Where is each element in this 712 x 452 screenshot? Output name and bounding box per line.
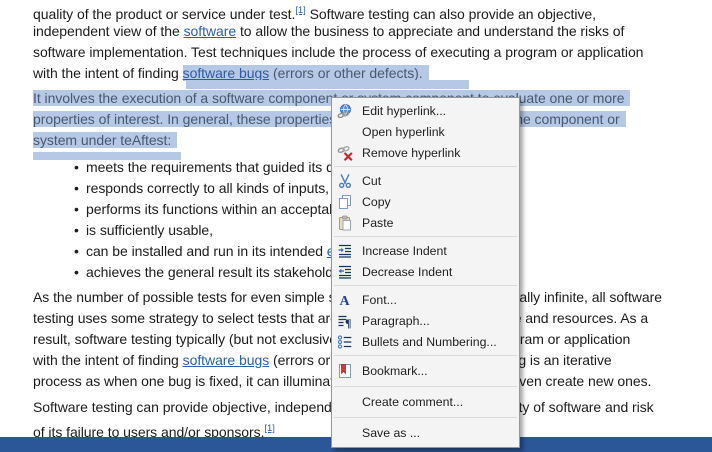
menu-item-label: Open hyperlink: [362, 125, 445, 139]
menu-separator: [334, 236, 517, 237]
menu-item-cut[interactable]: Cut: [332, 170, 519, 191]
menu-item-label: Edit hyperlink...: [362, 104, 446, 118]
menu-item-paragraph[interactable]: ¶ Paragraph...: [332, 310, 519, 331]
bullet-marker: •: [74, 157, 79, 178]
text-run: is sufficiently usable,: [86, 222, 213, 238]
menu-separator: [334, 285, 517, 286]
bullet-marker: •: [74, 262, 79, 283]
menu-separator: [334, 166, 517, 167]
text-run: to allow the business to appreciate and …: [236, 23, 624, 39]
selection-highlight-band: [186, 80, 469, 89]
menu-separator: [334, 386, 517, 387]
menu-separator: [334, 417, 517, 418]
text-run: responds correctly to all kinds of input…: [86, 180, 329, 196]
menu-item-label: Cut: [362, 174, 381, 188]
bookmark-icon: [337, 363, 353, 379]
text-run: software implementation. Test techniques…: [33, 44, 643, 60]
footnote-link[interactable]: [1]: [264, 423, 274, 434]
copy-icon: [337, 194, 353, 210]
menu-item-label: Save as ...: [362, 426, 420, 440]
bullet-marker: •: [74, 241, 79, 262]
decrease-indent-icon: [337, 264, 353, 280]
bullet-marker: •: [74, 178, 79, 199]
menu-item-copy[interactable]: Copy: [332, 191, 519, 212]
remove-hyperlink-icon: [337, 145, 353, 161]
selected-text: system under teAftest:: [33, 132, 177, 148]
selected-text: properties of interest. In general, thes…: [33, 111, 626, 127]
font-icon: A: [337, 292, 353, 308]
text-line: independent view of the software to allo…: [33, 21, 643, 42]
menu-item-increase-indent[interactable]: Increase Indent: [332, 240, 519, 261]
bullet-marker: •: [74, 199, 79, 220]
paragraph-icon: ¶: [337, 313, 353, 329]
cut-icon: [337, 173, 353, 189]
paragraph: quality of the product or service under …: [33, 0, 643, 84]
hyperlink[interactable]: software bugs: [183, 65, 270, 81]
context-menu: Edit hyperlink... Open hyperlink Remove hy…: [331, 97, 520, 448]
menu-item-label: Bookmark...: [362, 364, 428, 378]
menu-item-label: Paragraph...: [362, 314, 430, 328]
text-run: quality of the product or service under …: [33, 6, 295, 22]
text-line: quality of the product or service under …: [33, 0, 643, 21]
text-run: with the intent of finding: [33, 65, 183, 81]
increase-indent-icon: [337, 243, 353, 259]
menu-item-decrease-indent[interactable]: Decrease Indent: [332, 261, 519, 282]
menu-item-paste[interactable]: Paste: [332, 212, 519, 233]
selection-highlight-band: [33, 152, 181, 160]
svg-text:¶: ¶: [345, 316, 351, 329]
text-run: Software testing can also provide an obj…: [306, 6, 596, 22]
menu-separator: [334, 355, 517, 356]
icon-spacer: [337, 425, 353, 441]
hyperlink[interactable]: software: [184, 23, 237, 39]
svg-text:A: A: [340, 294, 351, 308]
menu-item-font[interactable]: A Font...: [332, 289, 519, 310]
menu-item-label: Create comment...: [362, 395, 463, 409]
menu-item-remove-hyperlink[interactable]: Remove hyperlink: [332, 142, 519, 163]
menu-item-bullets-and-numbering[interactable]: Bullets and Numbering...: [332, 331, 519, 352]
menu-item-label: Copy: [362, 195, 391, 209]
menu-item-open-hyperlink[interactable]: Open hyperlink: [332, 121, 519, 142]
hyperlink[interactable]: software bugs: [183, 352, 270, 368]
text-run: with the intent of finding: [33, 352, 183, 368]
menu-item-label: Paste: [362, 216, 393, 230]
selected-text: (errors or other defects).: [269, 65, 428, 81]
menu-item-save-as[interactable]: Save as ...: [332, 421, 519, 445]
icon-spacer: [337, 394, 353, 410]
menu-item-label: Remove hyperlink: [362, 146, 460, 160]
icon-spacer: [337, 124, 353, 140]
document-canvas: quality of the product or service under …: [0, 0, 712, 452]
text-line: software implementation. Test techniques…: [33, 42, 643, 63]
bullets-numbering-icon: [337, 334, 353, 350]
text-run: independent view of the: [33, 23, 184, 39]
bullet-marker: •: [74, 220, 79, 241]
footnote-link[interactable]: [1]: [295, 5, 305, 16]
menu-item-create-comment[interactable]: Create comment...: [332, 390, 519, 414]
edit-hyperlink-icon: [337, 103, 353, 119]
menu-item-edit-hyperlink[interactable]: Edit hyperlink...: [332, 100, 519, 121]
menu-item-label: Bullets and Numbering...: [362, 335, 497, 349]
text-run: can be installed and run in its intended: [86, 243, 327, 259]
menu-item-label: Increase Indent: [362, 244, 447, 258]
paste-icon: [337, 215, 353, 231]
menu-item-label: Font...: [362, 293, 397, 307]
menu-item-bookmark[interactable]: Bookmark...: [332, 359, 519, 383]
menu-item-label: Decrease Indent: [362, 265, 452, 279]
